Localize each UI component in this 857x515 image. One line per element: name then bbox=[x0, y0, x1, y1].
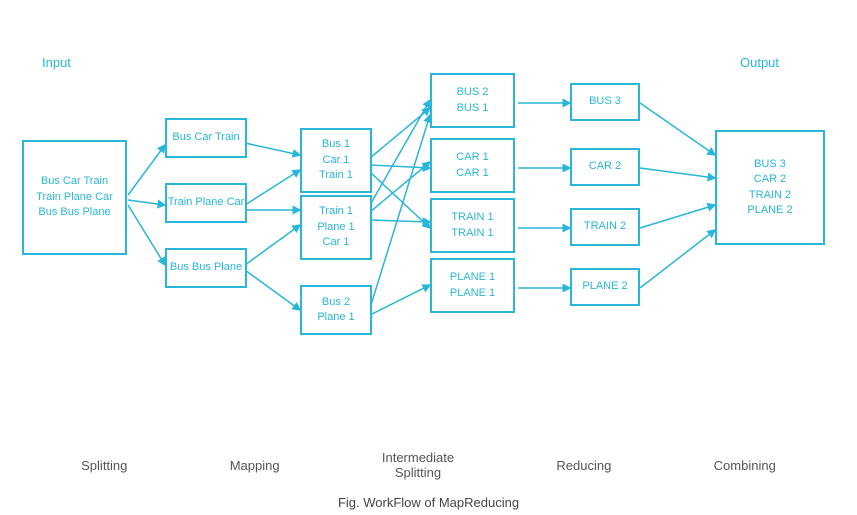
red-node-2: CAR 2 bbox=[570, 148, 640, 186]
split-node-3: Bus 2 Plane 1 bbox=[300, 285, 372, 335]
inter3-text: TRAIN 1 TRAIN 1 bbox=[451, 210, 493, 241]
red-node-3: TRAIN 2 bbox=[570, 208, 640, 246]
split-node-2: Train 1 Plane 1 Car 1 bbox=[300, 195, 372, 260]
red2-text: CAR 2 bbox=[589, 159, 621, 174]
output-label: Output bbox=[740, 55, 779, 70]
split-node-1: Bus 1 Car 1 Train 1 bbox=[300, 128, 372, 193]
label-mapping: Mapping bbox=[230, 458, 280, 473]
red3-text: TRAIN 2 bbox=[584, 219, 626, 234]
map-node-2: Train Plane Car bbox=[165, 183, 247, 223]
map-node-3: Bus Bus Plane bbox=[165, 248, 247, 288]
inter-node-4: PLANE 1 PLANE 1 bbox=[430, 258, 515, 313]
inter4-text: PLANE 1 PLANE 1 bbox=[450, 270, 495, 301]
diagram-area: Input Bus Car Train Train Plane Car Bus … bbox=[0, 0, 857, 440]
red1-text: BUS 3 bbox=[589, 94, 621, 109]
input-text: Bus Car Train Train Plane Car Bus Bus Pl… bbox=[36, 174, 113, 220]
red4-text: PLANE 2 bbox=[582, 279, 627, 294]
inter-node-2: CAR 1 CAR 1 bbox=[430, 138, 515, 193]
map3-text: Bus Bus Plane bbox=[170, 260, 242, 275]
label-splitting: Splitting bbox=[81, 458, 127, 473]
inter2-text: CAR 1 CAR 1 bbox=[456, 150, 488, 181]
split2-text: Train 1 Plane 1 Car 1 bbox=[317, 204, 354, 250]
map1-text: Bus Car Train bbox=[172, 130, 239, 145]
label-combining: Combining bbox=[714, 458, 776, 473]
footer-labels: Splitting Mapping IntermediateSplitting … bbox=[0, 440, 857, 490]
inter1-text: BUS 2 BUS 1 bbox=[457, 85, 489, 116]
inter-node-1: BUS 2 BUS 1 bbox=[430, 73, 515, 128]
red-node-4: PLANE 2 bbox=[570, 268, 640, 306]
output-node: BUS 3 CAR 2 TRAIN 2 PLANE 2 bbox=[715, 130, 825, 245]
inter-node-3: TRAIN 1 TRAIN 1 bbox=[430, 198, 515, 253]
fig-caption: Fig. WorkFlow of MapReducing bbox=[0, 490, 857, 515]
label-reducing: Reducing bbox=[556, 458, 611, 473]
map-node-1: Bus Car Train bbox=[165, 118, 247, 158]
input-label: Input bbox=[42, 55, 71, 70]
label-intermediate: IntermediateSplitting bbox=[382, 450, 454, 480]
red-node-1: BUS 3 bbox=[570, 83, 640, 121]
input-node: Bus Car Train Train Plane Car Bus Bus Pl… bbox=[22, 140, 127, 255]
map2-text: Train Plane Car bbox=[168, 195, 245, 210]
output-text: BUS 3 CAR 2 TRAIN 2 PLANE 2 bbox=[747, 157, 792, 219]
split3-text: Bus 2 Plane 1 bbox=[317, 295, 354, 326]
split1-text: Bus 1 Car 1 Train 1 bbox=[319, 137, 353, 183]
